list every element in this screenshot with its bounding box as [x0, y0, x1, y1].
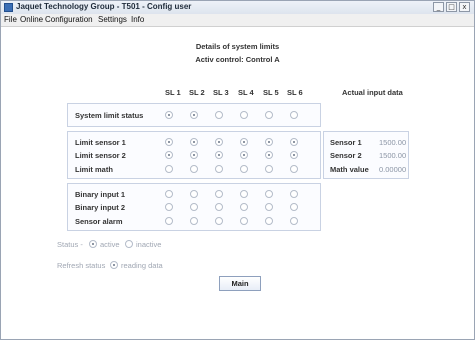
active-legend-text: active [100, 240, 120, 249]
status-indicator [215, 138, 223, 146]
sensor-value: 1500.00 [379, 138, 407, 147]
menu-online[interactable]: Online [20, 15, 43, 24]
status-indicator [240, 203, 248, 211]
inactive-legend-text: inactive [136, 240, 162, 249]
status-indicator [215, 203, 223, 211]
main-button[interactable]: Main [219, 276, 261, 291]
status-indicator [290, 138, 298, 146]
column-header-sl4: SL 4 [238, 88, 254, 97]
status-indicator [190, 111, 198, 119]
status-indicator [290, 165, 298, 173]
status-indicator [215, 217, 223, 225]
column-header-sl5: SL 5 [263, 88, 279, 97]
status-indicator [165, 217, 173, 225]
column-header-sl1: SL 1 [165, 88, 181, 97]
minimize-button[interactable]: _ [433, 2, 444, 12]
row-label: Limit sensor 2 [75, 151, 126, 160]
row-label: Binary input 1 [75, 190, 126, 199]
column-header-sl3: SL 3 [213, 88, 229, 97]
status-indicator [190, 203, 198, 211]
inactive-legend-radio [125, 240, 133, 248]
status-indicator [265, 138, 273, 146]
row-label: Sensor alarm [75, 217, 123, 226]
active-legend-radio [89, 240, 97, 248]
status-indicator [165, 111, 173, 119]
status-indicator [290, 111, 298, 119]
close-button[interactable]: x [459, 2, 470, 12]
status-indicator [165, 138, 173, 146]
status-indicator [215, 165, 223, 173]
status-indicator [165, 190, 173, 198]
app-icon [4, 3, 13, 12]
row-label: System limit status [75, 111, 144, 120]
sensor-value: 0.00000 [379, 165, 407, 174]
status-indicator [190, 217, 198, 225]
status-indicator [265, 151, 273, 159]
status-indicator [240, 190, 248, 198]
status-indicator [190, 165, 198, 173]
status-indicator [290, 190, 298, 198]
column-header-sl6: SL 6 [287, 88, 303, 97]
actual-input-heading: Actual input data [342, 88, 403, 97]
refresh-status-label: Refresh status [57, 261, 106, 270]
status-indicator [265, 190, 273, 198]
content-area: Details of system limits Activ control: … [1, 27, 474, 339]
status-indicator [165, 151, 173, 159]
status-indicator [240, 165, 248, 173]
status-indicator [215, 111, 223, 119]
status-indicator [240, 151, 248, 159]
status-indicator [240, 111, 248, 119]
status-indicator [190, 138, 198, 146]
row-label: Limit math [75, 165, 113, 174]
status-indicator [190, 151, 198, 159]
menu-info[interactable]: Info [131, 15, 144, 24]
sensor-value: 1500.00 [379, 151, 407, 160]
status-indicator [265, 111, 273, 119]
active-control-label: Activ control: Control A [195, 55, 280, 64]
status-indicator [165, 165, 173, 173]
status-indicator [265, 165, 273, 173]
status-indicator [240, 217, 248, 225]
status-indicator [215, 190, 223, 198]
status-indicator [215, 151, 223, 159]
menu-bar: File Online Configuration Settings Info [1, 14, 474, 27]
refresh-status-value: reading data [121, 261, 163, 270]
row-label: Limit sensor 1 [75, 138, 126, 147]
status-indicator [265, 203, 273, 211]
column-header-sl2: SL 2 [189, 88, 205, 97]
app-window: Jaquet Technology Group - T501 - Config … [0, 0, 475, 340]
window-title: Jaquet Technology Group - T501 - Config … [16, 2, 192, 11]
menu-settings[interactable]: Settings [98, 15, 127, 24]
status-indicator [265, 217, 273, 225]
status-indicator [240, 138, 248, 146]
status-indicator [290, 203, 298, 211]
row-label: Binary input 2 [75, 203, 126, 212]
status-indicator [190, 190, 198, 198]
menu-file[interactable]: File [4, 15, 17, 24]
page-title: Details of system limits [195, 42, 280, 51]
refresh-indicator [110, 261, 118, 269]
title-bar: Jaquet Technology Group - T501 - Config … [1, 1, 474, 15]
maximize-button[interactable]: □ [446, 2, 457, 12]
status-indicator [290, 151, 298, 159]
status-indicator [165, 203, 173, 211]
status-legend-label: Status - [57, 240, 83, 249]
sensor-name: Sensor 1 [330, 138, 362, 147]
menu-configuration[interactable]: Configuration [45, 15, 93, 24]
sensor-name: Math value [330, 165, 369, 174]
status-indicator [290, 217, 298, 225]
sensor-name: Sensor 2 [330, 151, 362, 160]
